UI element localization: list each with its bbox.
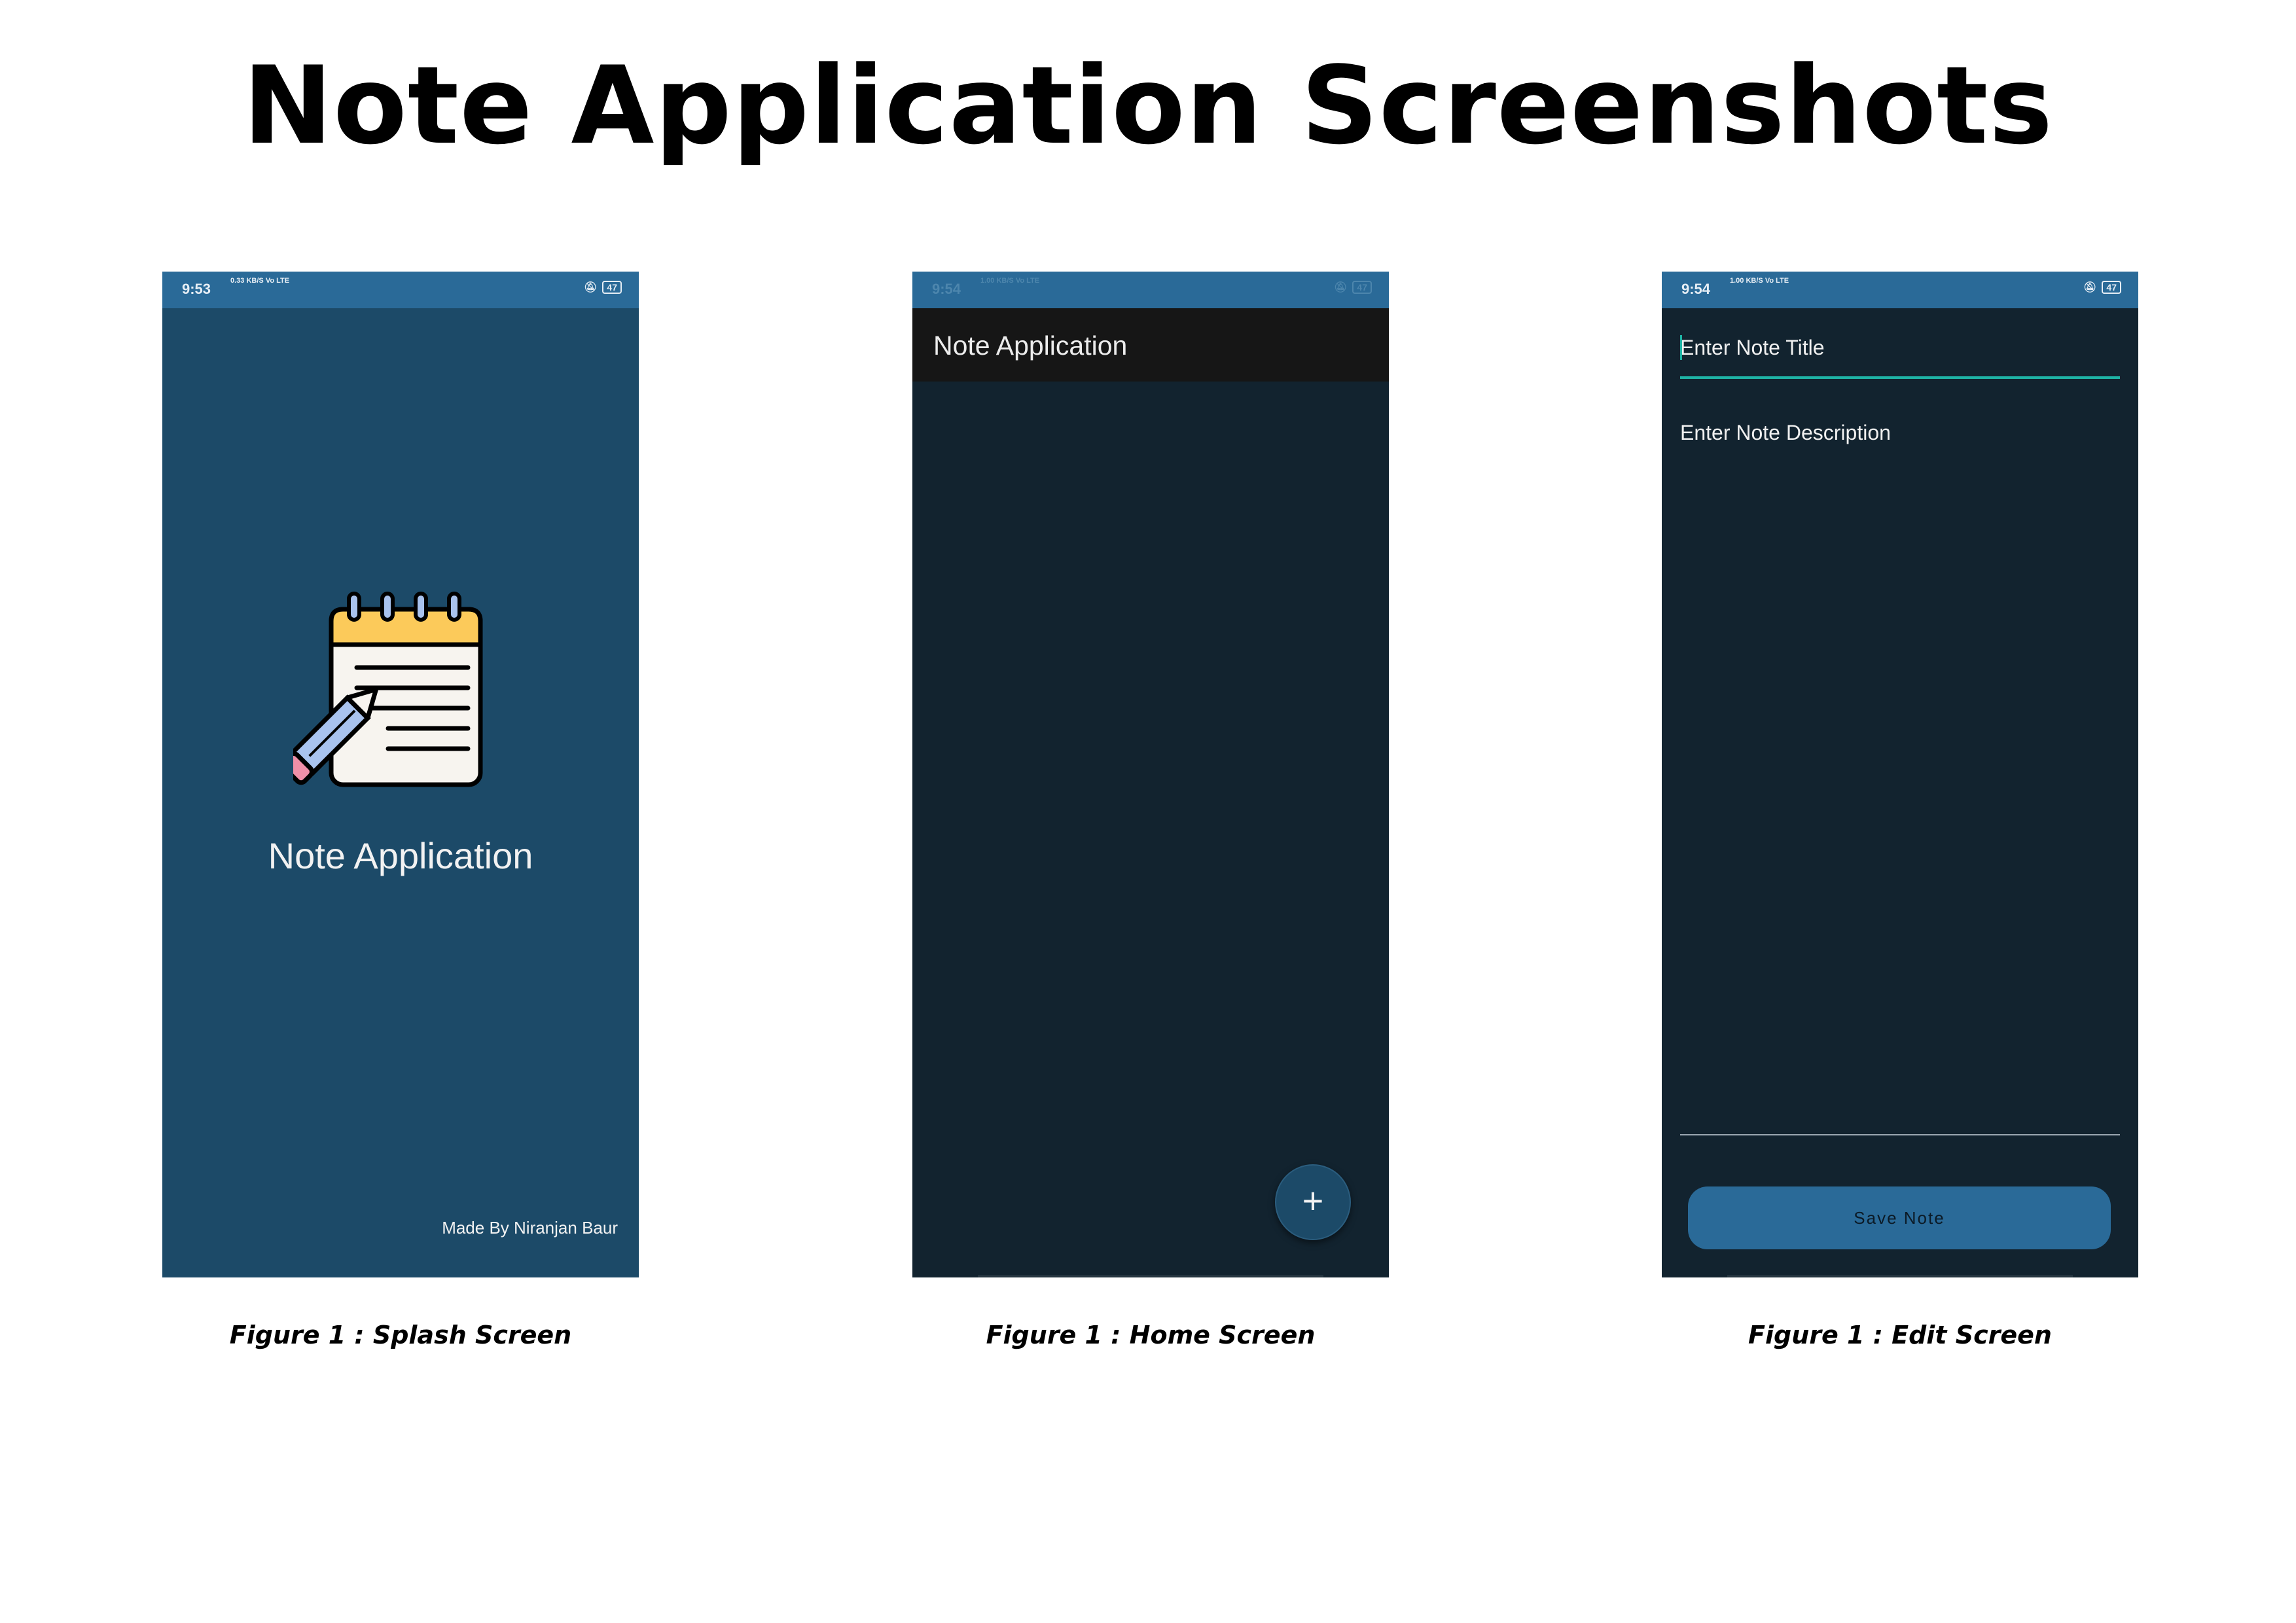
note-title-input[interactable]: Enter Note Title (1680, 334, 2120, 379)
plus-icon: + (1302, 1180, 1324, 1221)
notepad-pencil-icon (293, 592, 483, 787)
app-toolbar: Note Application (912, 308, 1389, 382)
mute-icon: 🔕︎ (584, 282, 598, 293)
save-note-button[interactable]: Save Note (1688, 1186, 2111, 1249)
battery-icon: 47 (1352, 281, 1372, 294)
status-right: 🔕︎ 47 (584, 281, 622, 294)
status-bar: 9:54 1.00 KB/S Vo LTE 🔕︎ 47 (912, 272, 1389, 308)
made-by-label: Made By Niranjan Baur (442, 1218, 618, 1238)
note-description-input[interactable]: Enter Note Description (1680, 421, 2120, 445)
status-time: 9:53 (182, 281, 211, 297)
status-bar: 9:54 1.00 KB/S Vo LTE 🔕︎ 47 (1662, 272, 2138, 308)
caption-home: Figure 1 : Home Screen (986, 1321, 1316, 1349)
network-type: Vo LTE (1015, 277, 1040, 285)
status-time: 9:54 (1681, 281, 1711, 297)
text-cursor (1680, 334, 1682, 360)
app-name: Note Application (268, 835, 533, 876)
note-title-placeholder: Enter Note Title (1680, 336, 1825, 359)
network-rate: 1.00 KB/S (1730, 277, 1763, 285)
status-right: 🔕︎ 47 (1334, 281, 1372, 294)
status-time: 9:54 (932, 281, 961, 297)
add-note-button[interactable]: + (1275, 1164, 1351, 1240)
status-bar: 9:53 0.33 KB/S Vo LTE 🔕︎ 47 (162, 272, 639, 308)
page-title: Note Application Screenshots (242, 43, 2054, 168)
note-description-placeholder: Enter Note Description (1680, 421, 1891, 444)
nav-bar-hint (978, 1275, 1323, 1277)
caption-splash: Figure 1 : Splash Screen (229, 1321, 572, 1349)
splash-screen: 9:53 0.33 KB/S Vo LTE 🔕︎ 47 Note Applica… (162, 272, 639, 1277)
network-indicator: 1.00 KB/S Vo LTE (1730, 277, 1789, 285)
nav-bar-hint (1727, 1275, 2073, 1277)
network-rate: 0.33 KB/S (230, 277, 264, 285)
home-screen: 9:54 1.00 KB/S Vo LTE 🔕︎ 47 Note Applica… (912, 272, 1389, 1277)
battery-icon: 47 (2102, 281, 2121, 294)
network-indicator: 0.33 KB/S Vo LTE (230, 277, 289, 285)
status-right: 🔕︎ 47 (2083, 281, 2121, 294)
network-type: Vo LTE (1765, 277, 1789, 285)
battery-icon: 47 (602, 281, 622, 294)
caption-edit: Figure 1 : Edit Screen (1748, 1321, 2052, 1349)
mute-icon: 🔕︎ (1334, 282, 1348, 293)
network-indicator: 1.00 KB/S Vo LTE (980, 277, 1039, 285)
edit-screen: 9:54 1.00 KB/S Vo LTE 🔕︎ 47 Enter Note T… (1662, 272, 2138, 1277)
network-rate: 1.00 KB/S (980, 277, 1014, 285)
network-type: Vo LTE (265, 277, 290, 285)
toolbar-title: Note Application (933, 330, 1128, 361)
description-underline (1680, 1134, 2120, 1135)
mute-icon: 🔕︎ (2083, 282, 2097, 293)
